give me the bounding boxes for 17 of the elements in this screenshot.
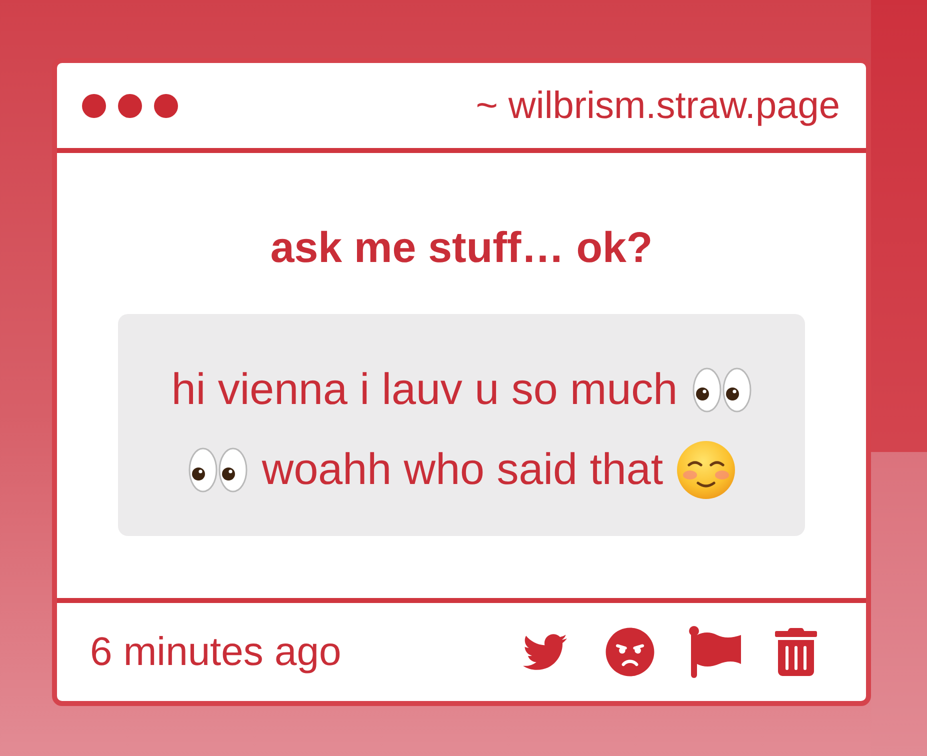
reaction-button[interactable]: [605, 627, 655, 677]
url-text: ~ wilbrism.straw.page: [476, 84, 840, 128]
eyes-emoji-icon: [188, 447, 248, 493]
window-dot-icon: [154, 94, 178, 118]
timestamp-text: 6 minutes ago: [90, 629, 342, 675]
window-dot-icon: [118, 94, 142, 118]
message-text: hi vienna i lauv u so much: [171, 364, 678, 416]
page-title: ask me stuff… ok?: [270, 223, 653, 273]
delete-button[interactable]: [775, 628, 817, 676]
trash-icon: [775, 628, 817, 676]
smiling-face-icon: [677, 441, 736, 499]
report-button[interactable]: [689, 626, 741, 678]
flag-icon: [689, 626, 741, 678]
window-dot-icon: [82, 94, 106, 118]
angry-face-icon: [605, 627, 655, 677]
message-text: woahh who said that: [262, 444, 664, 496]
eyes-emoji-icon: [692, 367, 752, 413]
